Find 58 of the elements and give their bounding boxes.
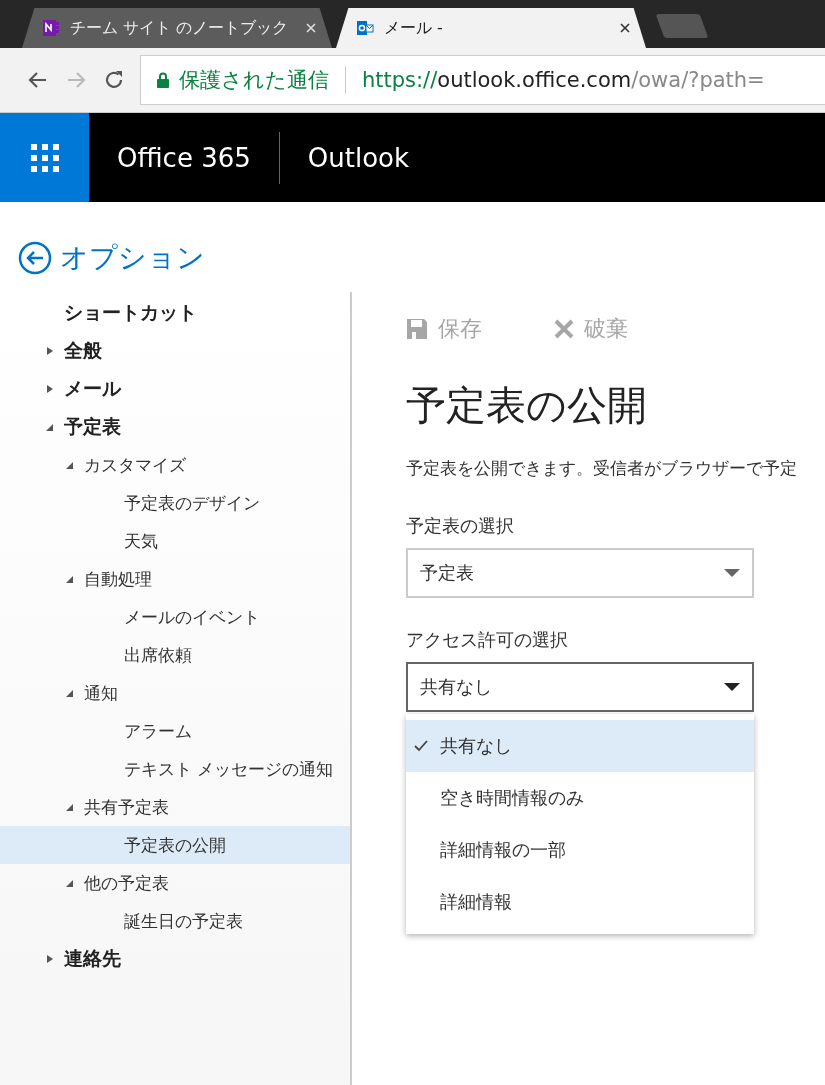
suite-title[interactable]: Office 365: [117, 142, 251, 173]
page-title: 予定表の公開: [406, 381, 648, 430]
nav-item[interactable]: 天気: [124, 529, 158, 553]
nav-item[interactable]: メール: [64, 376, 121, 402]
dropdown-option[interactable]: 詳細情報: [406, 876, 754, 928]
app-launcher-button[interactable]: [0, 113, 89, 202]
expanded-triangle-icon[interactable]: [66, 802, 74, 812]
expanded-triangle-icon[interactable]: [66, 574, 74, 584]
nav-item[interactable]: メールのイベント: [124, 605, 260, 629]
collapsed-triangle-icon[interactable]: [46, 954, 54, 964]
nav-item[interactable]: 全般: [64, 338, 102, 364]
lock-icon: [157, 72, 169, 88]
close-icon: [554, 319, 574, 339]
nav-item[interactable]: 予定表のデザイン: [124, 491, 260, 515]
expanded-triangle-icon[interactable]: [66, 688, 74, 698]
close-icon[interactable]: [620, 23, 630, 33]
tab-title: メール -: [384, 17, 444, 39]
dropdown-option[interactable]: 空き時間情報のみ: [406, 772, 754, 824]
nav-item[interactable]: 出席依頼: [124, 643, 192, 667]
expanded-triangle-icon[interactable]: [66, 878, 74, 888]
caret-icon: [724, 683, 740, 691]
secure-label: 保護された通信: [179, 67, 329, 94]
nav-item[interactable]: 予定表の公開: [124, 833, 226, 857]
browser-tab[interactable]: メール -: [336, 8, 646, 48]
dropdown-option[interactable]: 詳細情報の一部: [406, 824, 754, 876]
field-label: 予定表の選択: [406, 514, 515, 538]
app-title[interactable]: Outlook: [307, 142, 410, 173]
nav-item[interactable]: 他の予定表: [84, 871, 169, 895]
mail-icon: [356, 19, 374, 37]
expanded-triangle-icon[interactable]: [46, 422, 54, 432]
options-title[interactable]: オプション: [60, 239, 205, 277]
collapsed-triangle-icon[interactable]: [46, 346, 54, 356]
notebook-icon: [42, 19, 60, 37]
url-text: https://outlook.office.com/owa/?path=: [362, 68, 765, 92]
address-field[interactable]: 保護された通信 https://outlook.office.com/owa/?path=: [140, 55, 825, 105]
nav-item[interactable]: ショートカット: [64, 300, 197, 326]
caret-icon: [724, 569, 740, 577]
waffle-icon: [30, 143, 59, 172]
tab-title: チーム サイト のノートブック: [70, 17, 290, 39]
dropdown-field[interactable]: 共有なし: [406, 662, 754, 712]
back-circle-icon[interactable]: [18, 241, 52, 275]
nav-item[interactable]: 共有予定表: [84, 795, 169, 819]
nav-item[interactable]: 通知: [84, 681, 118, 705]
nav-item[interactable]: 誕生日の予定表: [124, 909, 243, 933]
nav-item[interactable]: カスタマイズ: [84, 453, 186, 477]
description-text: 予定表を公開できます。受信者がブラウザーで予定: [406, 457, 798, 480]
nav-item[interactable]: アラーム: [124, 719, 192, 743]
expanded-triangle-icon[interactable]: [66, 460, 74, 470]
dropdown-option[interactable]: 共有なし: [406, 720, 754, 772]
nav-item[interactable]: 予定表: [64, 414, 121, 440]
nav-item[interactable]: テキスト メッセージの通知: [124, 757, 334, 781]
nav-item[interactable]: 連絡先: [64, 946, 121, 972]
browser-tab[interactable]: チーム サイト のノートブック: [22, 8, 332, 48]
check-icon: [414, 740, 428, 752]
dropdown-field[interactable]: 予定表: [406, 548, 754, 598]
field-label: アクセス許可の選択: [406, 628, 569, 652]
nav-item[interactable]: 自動処理: [84, 567, 152, 591]
collapsed-triangle-icon[interactable]: [46, 384, 54, 394]
